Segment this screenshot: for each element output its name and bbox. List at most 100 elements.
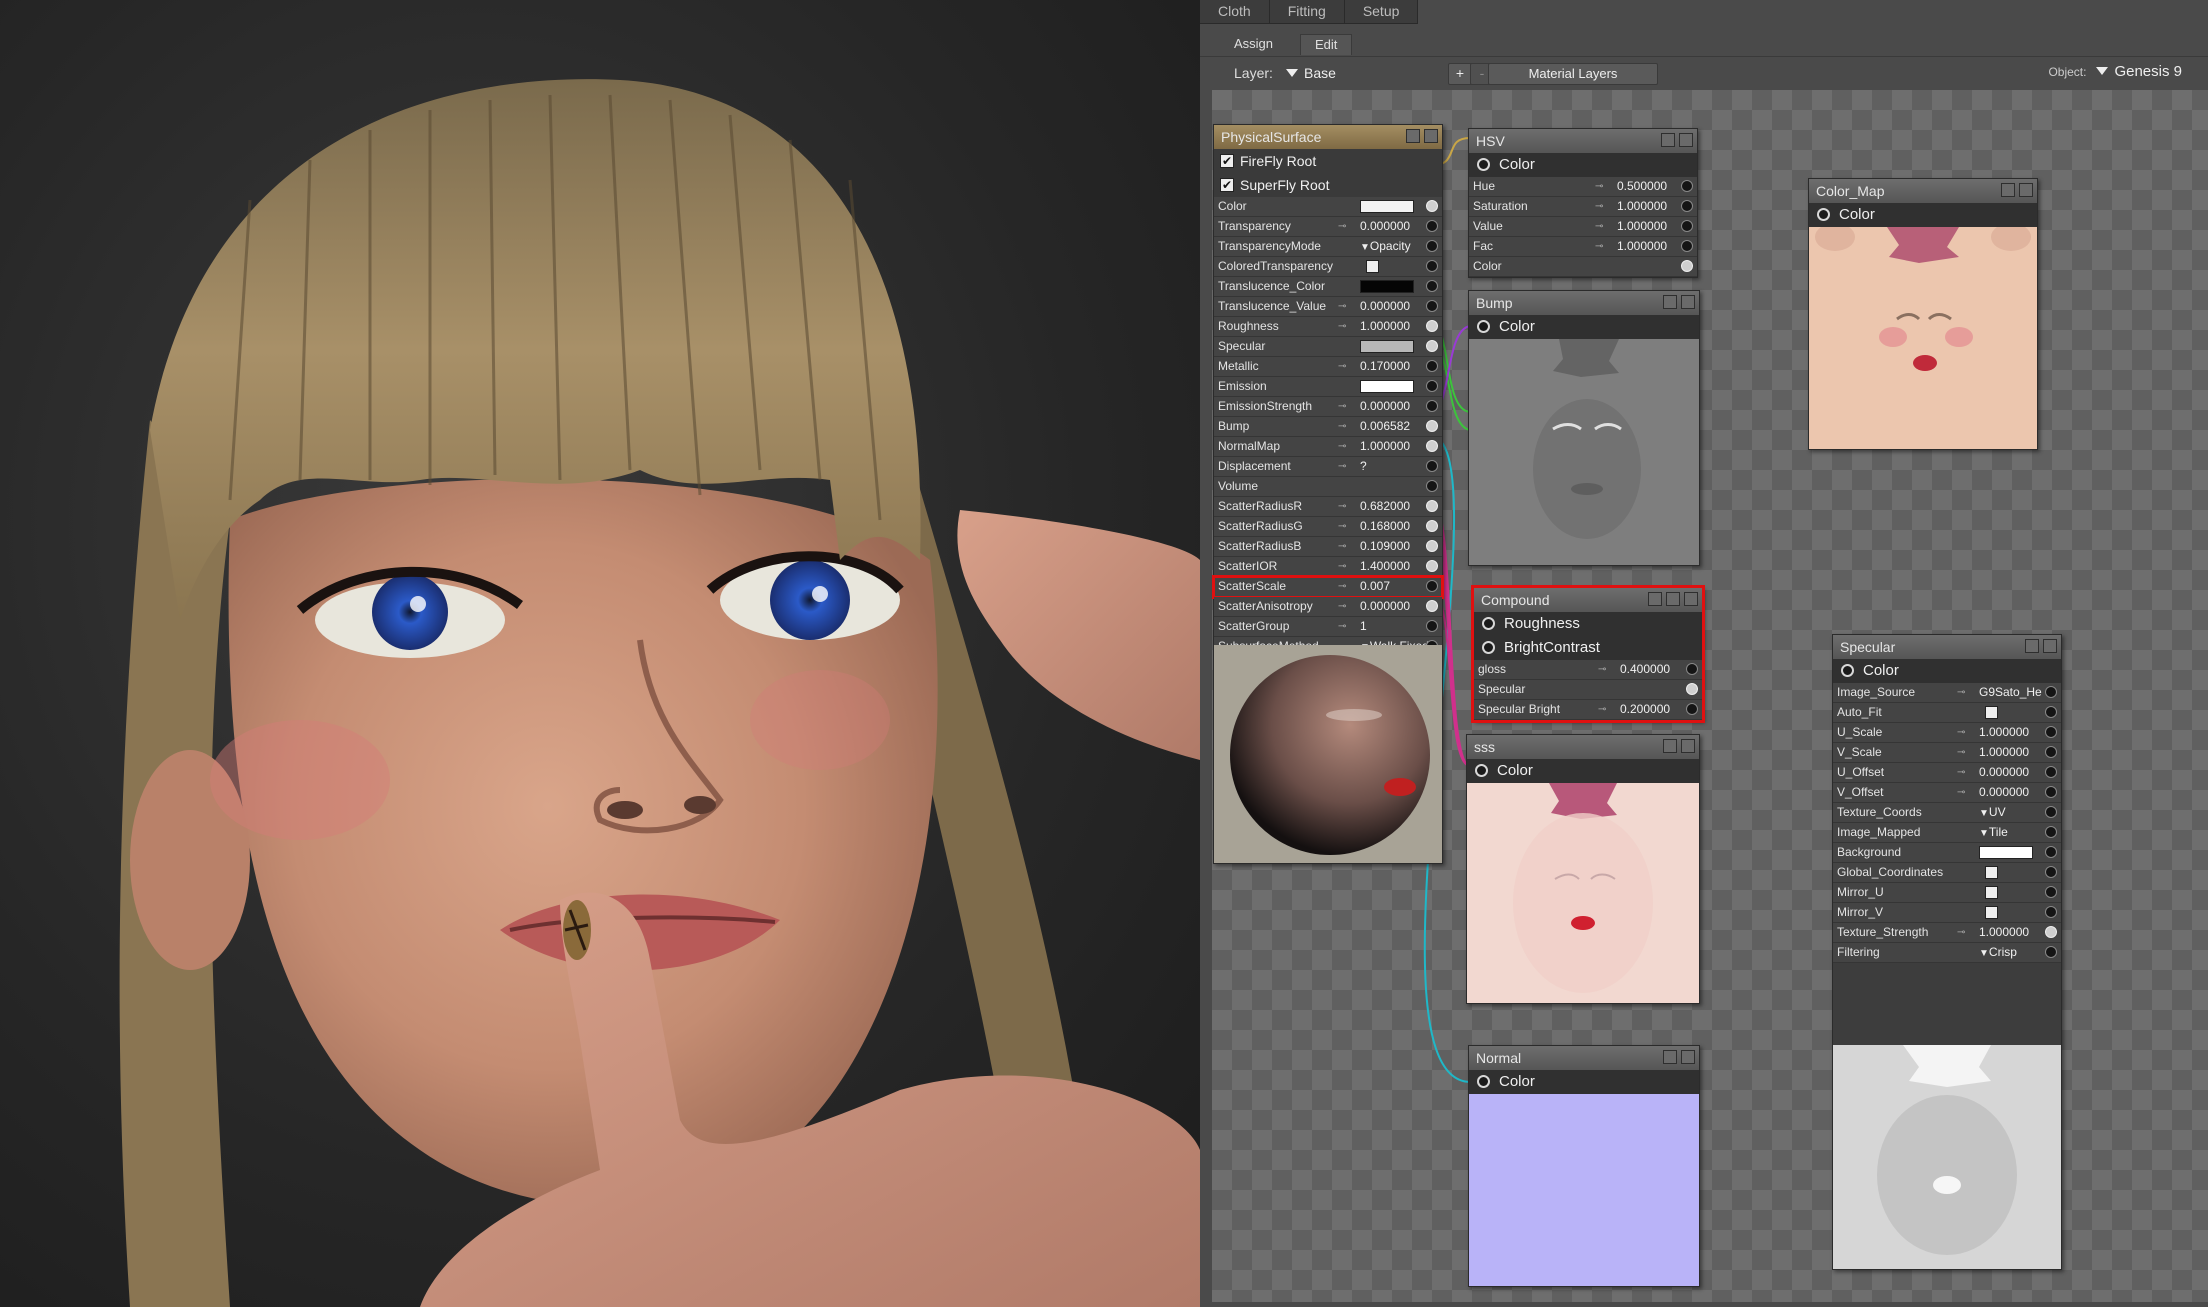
param-row-metallic[interactable]: Metallic ⊸ 0.170000 — [1214, 357, 1442, 377]
param-value[interactable]: 0.000000 — [1360, 299, 1410, 313]
collapse-icon[interactable] — [1663, 1050, 1677, 1064]
param-value[interactable]: UV — [1989, 805, 2006, 819]
param-value-field[interactable]: 0.007 — [1360, 577, 1390, 596]
link-icon[interactable]: ⊸ — [1957, 783, 1965, 802]
link-icon[interactable]: ⊸ — [1338, 517, 1346, 536]
hsv-node[interactable]: HSV Color Hue ⊸ 0.500000 Saturation ⊸ 1.00000… — [1468, 128, 1698, 278]
param-row-filtering[interactable]: Filtering ▼Crisp — [1833, 943, 2061, 963]
input-socket-icon[interactable] — [1426, 360, 1438, 372]
checkbox[interactable]: ✔ — [1220, 178, 1234, 192]
link-icon[interactable]: ⊸ — [1957, 743, 1965, 762]
param-row-auto-fit[interactable]: Auto_Fit — [1833, 703, 2061, 723]
param-value-field[interactable]: ▼Tile — [1979, 823, 2008, 843]
link-icon[interactable]: ⊸ — [1595, 217, 1603, 236]
param-value[interactable]: 1.000000 — [1979, 925, 2029, 939]
output-socket-icon[interactable] — [1817, 208, 1830, 221]
link-icon[interactable]: ⊸ — [1338, 497, 1346, 516]
param-row-scatterscale[interactable]: ScatterScale ⊸ 0.007 — [1212, 575, 1444, 599]
tab-setup[interactable]: Setup — [1344, 0, 1419, 24]
input-socket-icon[interactable] — [1426, 200, 1438, 212]
param-row-u-scale[interactable]: U_Scale ⊸ 1.000000 — [1833, 723, 2061, 743]
link-icon[interactable]: ⊸ — [1338, 437, 1346, 456]
collapse-icon[interactable] — [1406, 129, 1420, 143]
param-value-field[interactable]: 0.000000 — [1360, 217, 1410, 236]
tab-assign[interactable]: Assign — [1220, 34, 1287, 54]
param-value-field[interactable]: 0.006582 — [1360, 417, 1410, 436]
input-socket-icon[interactable] — [1426, 280, 1438, 292]
link-icon[interactable]: ⊸ — [1338, 617, 1346, 636]
collapse-icon[interactable] — [1666, 592, 1680, 606]
output-color[interactable]: Color — [1469, 315, 1699, 339]
checkbox[interactable] — [1985, 886, 1998, 899]
param-value-field[interactable]: 1.000000 — [1617, 197, 1667, 216]
param-row-hue[interactable]: Hue ⊸ 0.500000 — [1469, 177, 1697, 197]
param-value[interactable]: 0.109000 — [1360, 539, 1410, 553]
link-icon[interactable]: ⊸ — [1338, 217, 1346, 236]
output-socket-icon[interactable] — [1482, 617, 1495, 630]
param-value[interactable]: 1.400000 — [1360, 559, 1410, 573]
param-row-texture-strength[interactable]: Texture_Strength ⊸ 1.000000 — [1833, 923, 2061, 943]
param-row-volume[interactable]: Volume — [1214, 477, 1442, 497]
param-row-gloss[interactable]: gloss ⊸ 0.400000 — [1474, 660, 1702, 680]
param-row-v-scale[interactable]: V_Scale ⊸ 1.000000 — [1833, 743, 2061, 763]
node-header[interactable]: Specular — [1833, 635, 2061, 659]
input-socket-icon[interactable] — [2045, 806, 2057, 818]
checkbox[interactable]: ✔ — [1220, 154, 1234, 168]
param-row-saturation[interactable]: Saturation ⊸ 1.000000 — [1469, 197, 1697, 217]
input-socket-icon[interactable] — [1681, 180, 1693, 192]
link-icon[interactable]: ⊸ — [1957, 683, 1965, 702]
param-value-field[interactable]: 1.000000 — [1979, 723, 2029, 742]
input-socket-icon[interactable] — [1426, 620, 1438, 632]
param-value[interactable]: 0.200000 — [1620, 702, 1670, 716]
param-value[interactable]: 1 — [1360, 619, 1367, 633]
param-value-field[interactable]: 0.400000 — [1620, 660, 1670, 679]
color-map-node[interactable]: Color_Map Color — [1808, 178, 2038, 450]
input-socket-icon[interactable] — [1426, 440, 1438, 452]
param-value-field[interactable]: 1.000000 — [1360, 317, 1410, 336]
param-row-emissionstrength[interactable]: EmissionStrength ⊸ 0.000000 — [1214, 397, 1442, 417]
link-icon[interactable]: ⊸ — [1338, 577, 1346, 596]
param-row-background[interactable]: Background — [1833, 843, 2061, 863]
param-row-u-offset[interactable]: U_Offset ⊸ 0.000000 — [1833, 763, 2061, 783]
output-color[interactable]: Color — [1833, 659, 2061, 683]
param-row-specular[interactable]: Specular — [1474, 680, 1702, 700]
node-header[interactable]: Color_Map — [1809, 179, 2037, 203]
param-value[interactable]: Tile — [1989, 825, 2008, 839]
output-color[interactable]: Color — [1469, 153, 1697, 177]
input-socket-icon[interactable] — [2045, 726, 2057, 738]
output-color[interactable]: Color — [1467, 759, 1699, 783]
input-socket-icon[interactable] — [2045, 926, 2057, 938]
input-socket-icon[interactable] — [2045, 826, 2057, 838]
param-row-image-source[interactable]: Image_Source ⊸ G9Sato_He — [1833, 683, 2061, 703]
input-socket-icon[interactable] — [1426, 260, 1438, 272]
input-socket-icon[interactable] — [1681, 200, 1693, 212]
input-socket-icon[interactable] — [1686, 663, 1698, 675]
param-value-field[interactable]: G9Sato_He — [1979, 683, 2042, 702]
output-socket-icon[interactable] — [1475, 764, 1488, 777]
param-value-field[interactable]: ▼Crisp — [1979, 943, 2017, 963]
param-value-field[interactable]: 0.682000 — [1360, 497, 1410, 516]
output-socket-icon[interactable] — [1477, 320, 1490, 333]
input-socket-icon[interactable] — [2045, 746, 2057, 758]
input-socket-icon[interactable] — [1681, 260, 1693, 272]
layer-dropdown[interactable]: Base — [1282, 65, 1336, 81]
param-value-field[interactable]: 0.500000 — [1617, 177, 1667, 196]
param-value-field[interactable]: 0.200000 — [1620, 700, 1670, 719]
preview-toggle-icon[interactable] — [2019, 183, 2033, 197]
preview-toggle-icon[interactable] — [2043, 639, 2057, 653]
param-row-fac[interactable]: Fac ⊸ 1.000000 — [1469, 237, 1697, 257]
output-roughness[interactable]: Roughness — [1474, 612, 1702, 636]
param-row-scatterradiusr[interactable]: ScatterRadiusR ⊸ 0.682000 — [1214, 497, 1442, 517]
param-row-roughness[interactable]: Roughness ⊸ 1.000000 — [1214, 317, 1442, 337]
param-row-bump[interactable]: Bump ⊸ 0.006582 — [1214, 417, 1442, 437]
param-value[interactable]: 0.682000 — [1360, 499, 1410, 513]
add-layer-button[interactable]: + — [1448, 63, 1472, 85]
link-icon[interactable]: ⊸ — [1338, 417, 1346, 436]
param-value-field[interactable]: 0.000000 — [1360, 397, 1410, 416]
param-value-field[interactable]: 0.000000 — [1360, 297, 1410, 316]
output-socket-icon[interactable] — [1477, 1075, 1490, 1088]
input-socket-icon[interactable] — [1426, 460, 1438, 472]
input-socket-icon[interactable] — [1426, 320, 1438, 332]
param-value-field[interactable]: 1.000000 — [1979, 923, 2029, 942]
param-row-displacement[interactable]: Displacement ⊸? — [1214, 457, 1442, 477]
